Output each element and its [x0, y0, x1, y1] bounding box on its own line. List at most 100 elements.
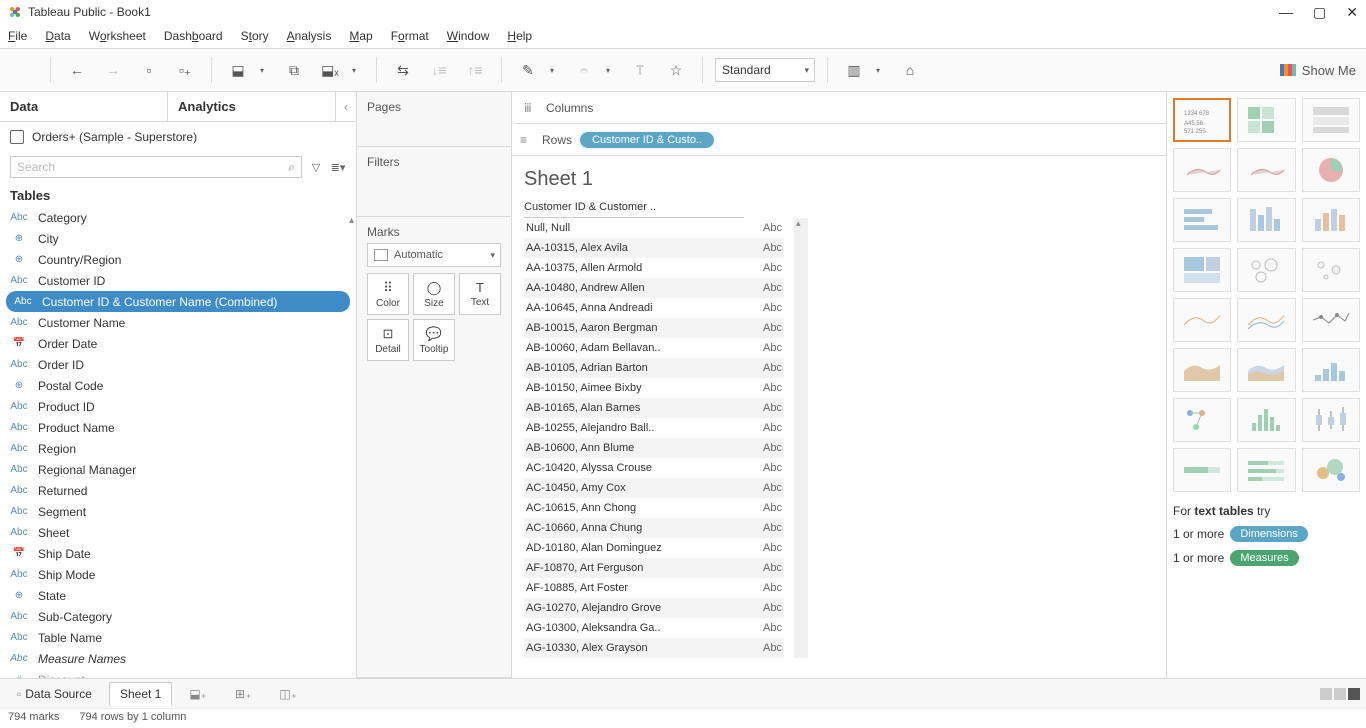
viz-row[interactable]: AD-10180, Alan Dominguez [524, 538, 744, 558]
viz-row[interactable]: AC-10450, Amy Cox [524, 478, 744, 498]
viz-row[interactable]: AC-10420, Alyssa Crouse [524, 458, 744, 478]
field-item[interactable]: AbcCustomer ID [0, 270, 356, 291]
new-dashboard-tab[interactable]: ⊞₊ [224, 682, 262, 706]
presentation-button[interactable]: ⌂ [896, 56, 924, 84]
rows-shelf[interactable]: ≡ Rows Customer ID & Custo.. [512, 124, 1166, 156]
menu-file[interactable]: File [8, 29, 27, 43]
maximize-icon[interactable]: ▢ [1313, 4, 1326, 21]
fit-select[interactable]: Standard [715, 58, 815, 82]
viz-row[interactable]: AA-10315, Alex Avila [524, 238, 744, 258]
showme-chart-type[interactable] [1237, 398, 1295, 442]
mark-tooltip-button[interactable]: 💬Tooltip [413, 319, 455, 361]
chevron-down-icon[interactable]: ▾ [252, 56, 272, 84]
field-item[interactable]: AbcProduct Name [0, 417, 356, 438]
showme-chart-type[interactable]: 1234 678A45 56571 255 [1173, 98, 1231, 142]
datasource-item[interactable]: Orders+ (Sample - Superstore) [0, 122, 356, 152]
new-worksheet-button[interactable]: ⬓ [224, 56, 252, 84]
data-source-tab[interactable]: ▫Data Source [6, 682, 103, 706]
showme-chart-type[interactable] [1237, 298, 1295, 342]
chevron-down-icon[interactable]: ▾ [868, 56, 888, 84]
viz-row[interactable]: AB-10600, Ann Blume [524, 438, 744, 458]
field-item[interactable]: AbcShip Mode [0, 564, 356, 585]
field-list[interactable]: ▴ AbcCategory⊕City⊕Country/RegionAbcCust… [0, 207, 356, 678]
showme-chart-type[interactable] [1302, 248, 1360, 292]
viz-row[interactable]: AA-10645, Anna Andreadi [524, 298, 744, 318]
viz-row[interactable]: AB-10150, Aimee Bixby [524, 378, 744, 398]
field-item[interactable]: 📅Order Date [0, 333, 356, 354]
group-button[interactable]: 𝄐 [570, 56, 598, 84]
mark-color-button[interactable]: ⠿Color [367, 273, 409, 315]
undo-button[interactable]: ← [63, 56, 91, 84]
viz-row[interactable]: AB-10060, Adam Bellavan.. [524, 338, 744, 358]
viz-row[interactable]: Null, Null [524, 218, 744, 238]
redo-button[interactable]: → [99, 56, 127, 84]
viz-row[interactable]: AB-10255, Alejandro Ball.. [524, 418, 744, 438]
viz-row[interactable]: AG-10330, Alex Grayson [524, 638, 744, 658]
minimize-icon[interactable]: — [1279, 4, 1293, 21]
showme-chart-type[interactable] [1237, 198, 1295, 242]
menu-dashboard[interactable]: Dashboard [164, 29, 223, 43]
showme-chart-type[interactable] [1302, 398, 1360, 442]
collapse-pane-icon[interactable]: ‹ [336, 92, 356, 121]
showme-chart-type[interactable] [1173, 148, 1231, 192]
viz-scrollbar[interactable] [794, 218, 808, 658]
columns-shelf[interactable]: ⅲ Columns [512, 92, 1166, 124]
field-item[interactable]: 📅Ship Date [0, 543, 356, 564]
showme-chart-type[interactable] [1173, 198, 1231, 242]
mark-size-button[interactable]: ◯Size [413, 273, 455, 315]
menu-help[interactable]: Help [507, 29, 532, 43]
showme-chart-type[interactable] [1173, 298, 1231, 342]
showme-chart-type[interactable] [1237, 148, 1295, 192]
tab-analytics[interactable]: Analytics [168, 92, 336, 121]
highlight-button[interactable]: ✎ [514, 56, 542, 84]
new-worksheet-tab[interactable]: ⬓₊ [178, 682, 218, 706]
showme-chart-type[interactable] [1302, 98, 1360, 142]
viz-row[interactable]: AC-10615, Ann Chong [524, 498, 744, 518]
showme-chart-type[interactable] [1237, 448, 1295, 492]
show-cards-button[interactable]: ▥ [840, 56, 868, 84]
view-options-icon[interactable]: ≣▾ [330, 159, 346, 175]
viz-row[interactable]: AF-10870, Art Ferguson [524, 558, 744, 578]
showme-chart-type[interactable] [1173, 348, 1231, 392]
field-item[interactable]: #Discount [0, 669, 356, 678]
menu-map[interactable]: Map [349, 29, 372, 43]
sheet1-tab[interactable]: Sheet 1 [109, 682, 172, 706]
field-item[interactable]: AbcOrder ID [0, 354, 356, 375]
viz-row[interactable]: AB-10105, Adrian Barton [524, 358, 744, 378]
close-icon[interactable]: ✕ [1346, 4, 1358, 21]
labels-button[interactable]: T [626, 56, 654, 84]
viz-row[interactable]: AA-10480, Andrew Allen [524, 278, 744, 298]
new-story-tab[interactable]: ◫₊ [268, 682, 308, 706]
field-item[interactable]: ⊕Country/Region [0, 249, 356, 270]
menu-worksheet[interactable]: Worksheet [89, 29, 146, 43]
menu-data[interactable]: Data [45, 29, 70, 43]
field-item[interactable]: AbcProduct ID [0, 396, 356, 417]
chevron-down-icon[interactable]: ▾ [344, 56, 364, 84]
pin-button[interactable]: ☆ [662, 56, 690, 84]
clear-button[interactable]: ⬓ₓ [316, 56, 344, 84]
search-input[interactable]: Search ⌕ [10, 156, 302, 178]
field-item[interactable]: ⊕Postal Code [0, 375, 356, 396]
showme-chart-type[interactable] [1237, 98, 1295, 142]
field-item[interactable]: ⊕City [0, 228, 356, 249]
menu-story[interactable]: Story [241, 29, 269, 43]
show-me-toggle[interactable]: Show Me [1280, 63, 1356, 78]
viz-header[interactable]: Customer ID & Customer .. [524, 199, 744, 218]
field-item[interactable]: AbcReturned [0, 480, 356, 501]
filter-icon[interactable]: ▽ [308, 159, 324, 175]
field-item[interactable]: AbcSheet [0, 522, 356, 543]
menu-analysis[interactable]: Analysis [287, 29, 332, 43]
showme-chart-type[interactable] [1302, 298, 1360, 342]
viz-row[interactable]: AG-10300, Aleksandra Ga.. [524, 618, 744, 638]
chevron-down-icon[interactable]: ▾ [598, 56, 618, 84]
field-item[interactable]: AbcRegion [0, 438, 356, 459]
field-item[interactable]: AbcMeasure Names [0, 648, 356, 669]
field-item[interactable]: AbcCategory [0, 207, 356, 228]
viz-row[interactable]: AF-10885, Art Foster [524, 578, 744, 598]
field-item[interactable]: AbcCustomer Name [0, 312, 356, 333]
field-item[interactable]: AbcRegional Manager [0, 459, 356, 480]
filters-shelf[interactable]: Filters [357, 147, 511, 217]
showme-chart-type[interactable] [1237, 248, 1295, 292]
scroll-up-icon[interactable]: ▴ [349, 215, 354, 226]
field-item[interactable]: AbcTable Name [0, 627, 356, 648]
